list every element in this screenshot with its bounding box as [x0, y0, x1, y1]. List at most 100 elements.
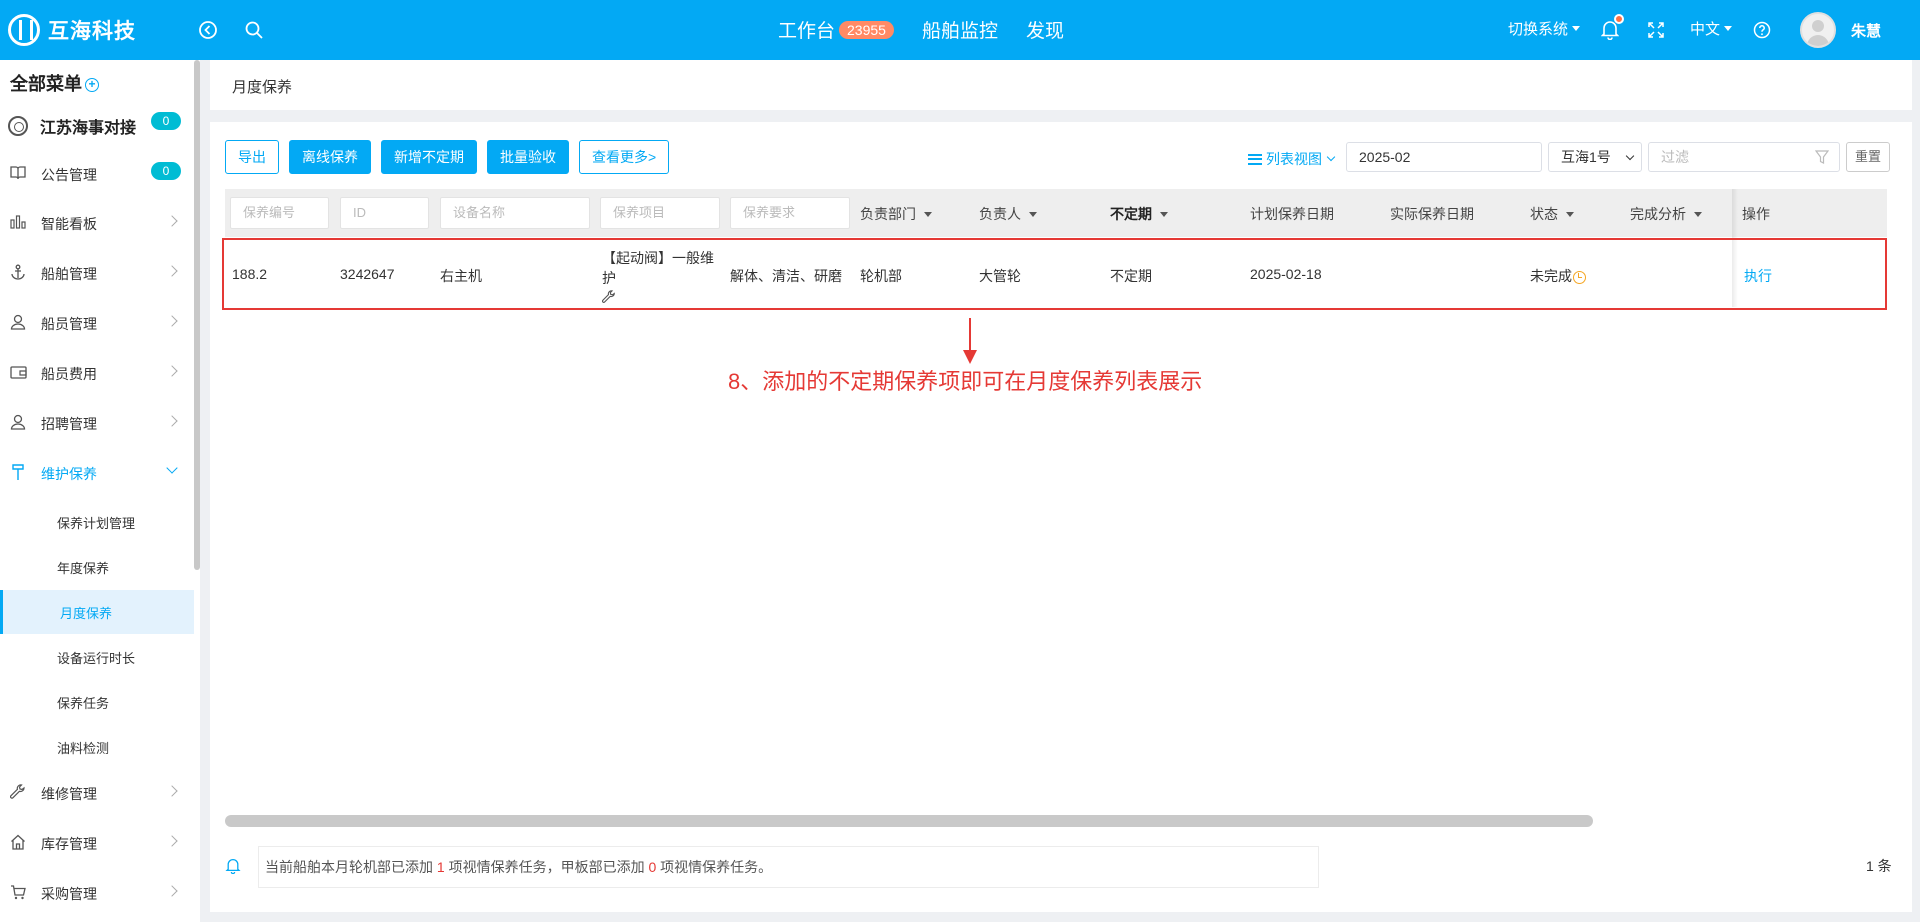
nav-workbench[interactable]: 工作台 23955 — [778, 16, 894, 43]
sidebar-item-recruitment[interactable]: 招聘管理 — [0, 404, 194, 444]
sidebar-item-repair[interactable]: 维修管理 — [0, 774, 194, 814]
sidebar-scrollbar[interactable] — [194, 60, 200, 570]
vessel-select[interactable]: 互海1号 — [1548, 142, 1642, 172]
filter-id-input[interactable]: ID — [340, 197, 429, 229]
filter-code-input[interactable]: 保养编号 — [230, 197, 329, 229]
filter-icon[interactable] — [1815, 150, 1829, 164]
sidebar-item-crew-management[interactable]: 船员管理 — [0, 304, 194, 344]
sidebar-item-purchase[interactable]: 采购管理 — [0, 874, 194, 914]
header-dept-label: 负责部门 — [860, 206, 916, 222]
sidebar-subitem-tasks[interactable]: 保养任务 — [0, 680, 194, 724]
sidebar-item-label: 库存管理 — [41, 836, 97, 852]
chevron-right-icon — [166, 885, 178, 897]
cell-status-text: 未完成 — [1530, 268, 1572, 284]
chevron-right-icon — [166, 315, 178, 327]
username[interactable]: 朱慧 — [1851, 20, 1881, 41]
sidebar-title: 全部菜单 + — [10, 70, 99, 96]
sidebar-item-crew-expenses[interactable]: 船员费用 — [0, 354, 194, 394]
notice-prefix: 当前船舶本月轮机部已添加 — [265, 859, 433, 875]
sidebar-subitem-oil-test[interactable]: 油料检测 — [0, 725, 194, 769]
filter-device-input[interactable]: 设备名称 — [440, 197, 590, 229]
reset-button[interactable]: 重置 — [1846, 142, 1890, 172]
filter-requirement-input[interactable]: 保养要求 — [730, 197, 850, 229]
switch-system-dropdown[interactable]: 切换系统 — [1508, 18, 1581, 39]
book-icon — [8, 166, 28, 184]
cell-device: 右主机 — [440, 268, 482, 284]
cart-icon — [8, 884, 28, 904]
cell-item: 【起动阀】一般维护 — [602, 248, 722, 304]
breadcrumb: 月度保养 — [210, 60, 1912, 110]
add-menu-icon[interactable]: + — [85, 78, 99, 93]
header-person[interactable]: 负责人 — [979, 204, 1037, 224]
notice-mid: 项视情保养任务，甲板部已添加 — [448, 859, 645, 875]
sidebar-item-label: 船员管理 — [41, 316, 97, 332]
execute-link[interactable]: 执行 — [1744, 266, 1772, 286]
cell-plan-date: 2025-02-18 — [1250, 266, 1322, 282]
sidebar-subitem-runtime[interactable]: 设备运行时长 — [0, 635, 194, 679]
sidebar-item-dashboard[interactable]: 智能看板 — [0, 204, 194, 244]
chevron-right-icon — [166, 415, 178, 427]
breadcrumb-current: 月度保养 — [232, 79, 293, 96]
sidebar-item-inventory[interactable]: 库存管理 — [0, 824, 194, 864]
header-analysis[interactable]: 完成分析 — [1630, 204, 1702, 224]
brand-logo[interactable]: 互海科技 — [8, 14, 136, 46]
sidebar-item-label: 智能看板 — [41, 216, 97, 232]
sidebar-item-maintenance[interactable]: 维护保养 — [0, 454, 194, 494]
cell-dept: 轮机部 — [860, 268, 902, 284]
sidebar-company[interactable]: 江苏海事对接 — [8, 114, 136, 138]
header-ops: 操作 — [1742, 206, 1770, 222]
arrow-down-icon — [963, 350, 977, 364]
nav-ship-monitor-label: 船舶监控 — [921, 21, 998, 42]
filter-input[interactable]: 过滤 — [1648, 142, 1840, 172]
caret-down-icon — [1694, 211, 1702, 217]
notice-badge: 0 — [151, 162, 181, 180]
header-dept[interactable]: 负责部门 — [860, 204, 932, 224]
wrench-icon — [8, 784, 28, 804]
sidebar-item-label: 船员费用 — [41, 366, 97, 382]
language-dropdown[interactable]: 中文 — [1690, 18, 1733, 39]
sidebar-item-label: 招聘管理 — [41, 416, 97, 432]
sidebar-subitem-annual[interactable]: 年度保养 — [0, 545, 194, 589]
nav-ship-monitor[interactable]: 船舶监控 — [922, 16, 998, 43]
help-icon[interactable] — [1750, 18, 1774, 42]
view-more-button[interactable]: 查看更多> — [579, 140, 670, 174]
caret-down-icon — [1566, 211, 1574, 217]
main-nav: 工作台 23955 船舶监控 发现 — [778, 16, 1092, 43]
brand-name: 互海科技 — [48, 20, 136, 43]
list-view-toggle[interactable]: 列表视图 — [1248, 149, 1336, 169]
back-icon[interactable] — [196, 18, 220, 42]
search-icon[interactable] — [242, 18, 266, 42]
add-irregular-button[interactable]: 新增不定期 — [381, 140, 477, 174]
cell-person: 大管轮 — [979, 268, 1021, 284]
list-view-label: 列表视图 — [1266, 151, 1322, 167]
nav-discover[interactable]: 发现 — [1026, 16, 1064, 43]
vessel-select-value: 互海1号 — [1561, 149, 1611, 165]
company-badge: 0 — [151, 112, 181, 130]
table-row[interactable]: 188.2 3242647 右主机 【起动阀】一般维护 解体、清洁、研磨 轮机部… — [222, 238, 1887, 310]
header-status-label: 状态 — [1530, 206, 1558, 222]
header-actual-date: 实际保养日期 — [1390, 206, 1474, 222]
export-button[interactable]: 导出 — [225, 140, 279, 174]
header-analysis-label: 完成分析 — [1630, 206, 1686, 222]
company-name: 江苏海事对接 — [40, 120, 137, 137]
caret-down-icon — [1572, 26, 1581, 31]
filter-placeholder: 过滤 — [1661, 149, 1689, 165]
switch-system-label: 切换系统 — [1508, 21, 1569, 38]
chevron-down-icon — [166, 462, 178, 474]
offline-maintenance-button[interactable]: 离线保养 — [289, 140, 371, 174]
filter-item-input[interactable]: 保养项目 — [600, 197, 720, 229]
sidebar-subitem-monthly[interactable]: 月度保养 — [0, 590, 194, 634]
cell-item-text: 【起动阀】一般维护 — [602, 250, 714, 286]
wallet-icon — [8, 365, 28, 383]
avatar[interactable] — [1800, 12, 1836, 48]
fullscreen-icon[interactable] — [1644, 18, 1668, 42]
header-status[interactable]: 状态 — [1530, 204, 1574, 224]
batch-accept-button[interactable]: 批量验收 — [487, 140, 569, 174]
notification-dot — [1614, 14, 1624, 24]
sidebar-title-label: 全部菜单 — [10, 74, 82, 94]
sidebar-subitem-plan[interactable]: 保养计划管理 — [0, 500, 194, 544]
month-picker[interactable]: 2025-02 — [1346, 142, 1542, 172]
table-horizontal-scrollbar[interactable] — [225, 815, 1593, 827]
sidebar-item-ship-management[interactable]: 船舶管理 — [0, 254, 194, 294]
header-irregular[interactable]: 不定期 — [1110, 204, 1168, 224]
